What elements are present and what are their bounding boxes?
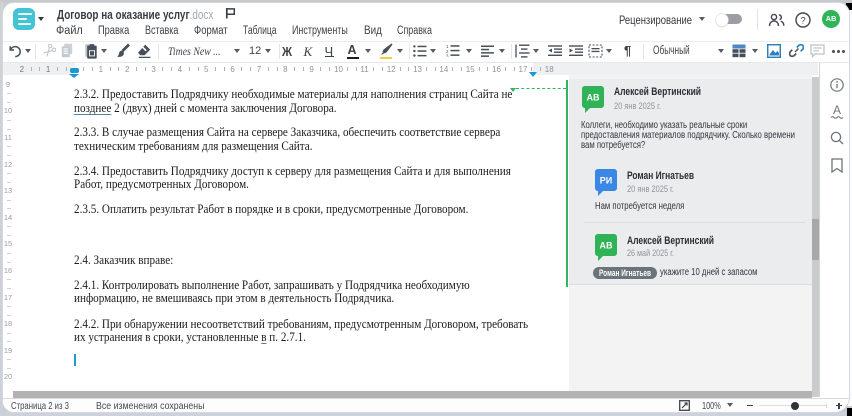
svg-text:РИ: РИ [599,175,611,185]
svg-text:3: 3 [446,54,449,58]
svg-text:АВ: АВ [586,92,599,102]
svg-text:АВ: АВ [599,240,612,250]
svg-text:?: ? [800,15,805,26]
svg-text:А: А [833,103,841,117]
